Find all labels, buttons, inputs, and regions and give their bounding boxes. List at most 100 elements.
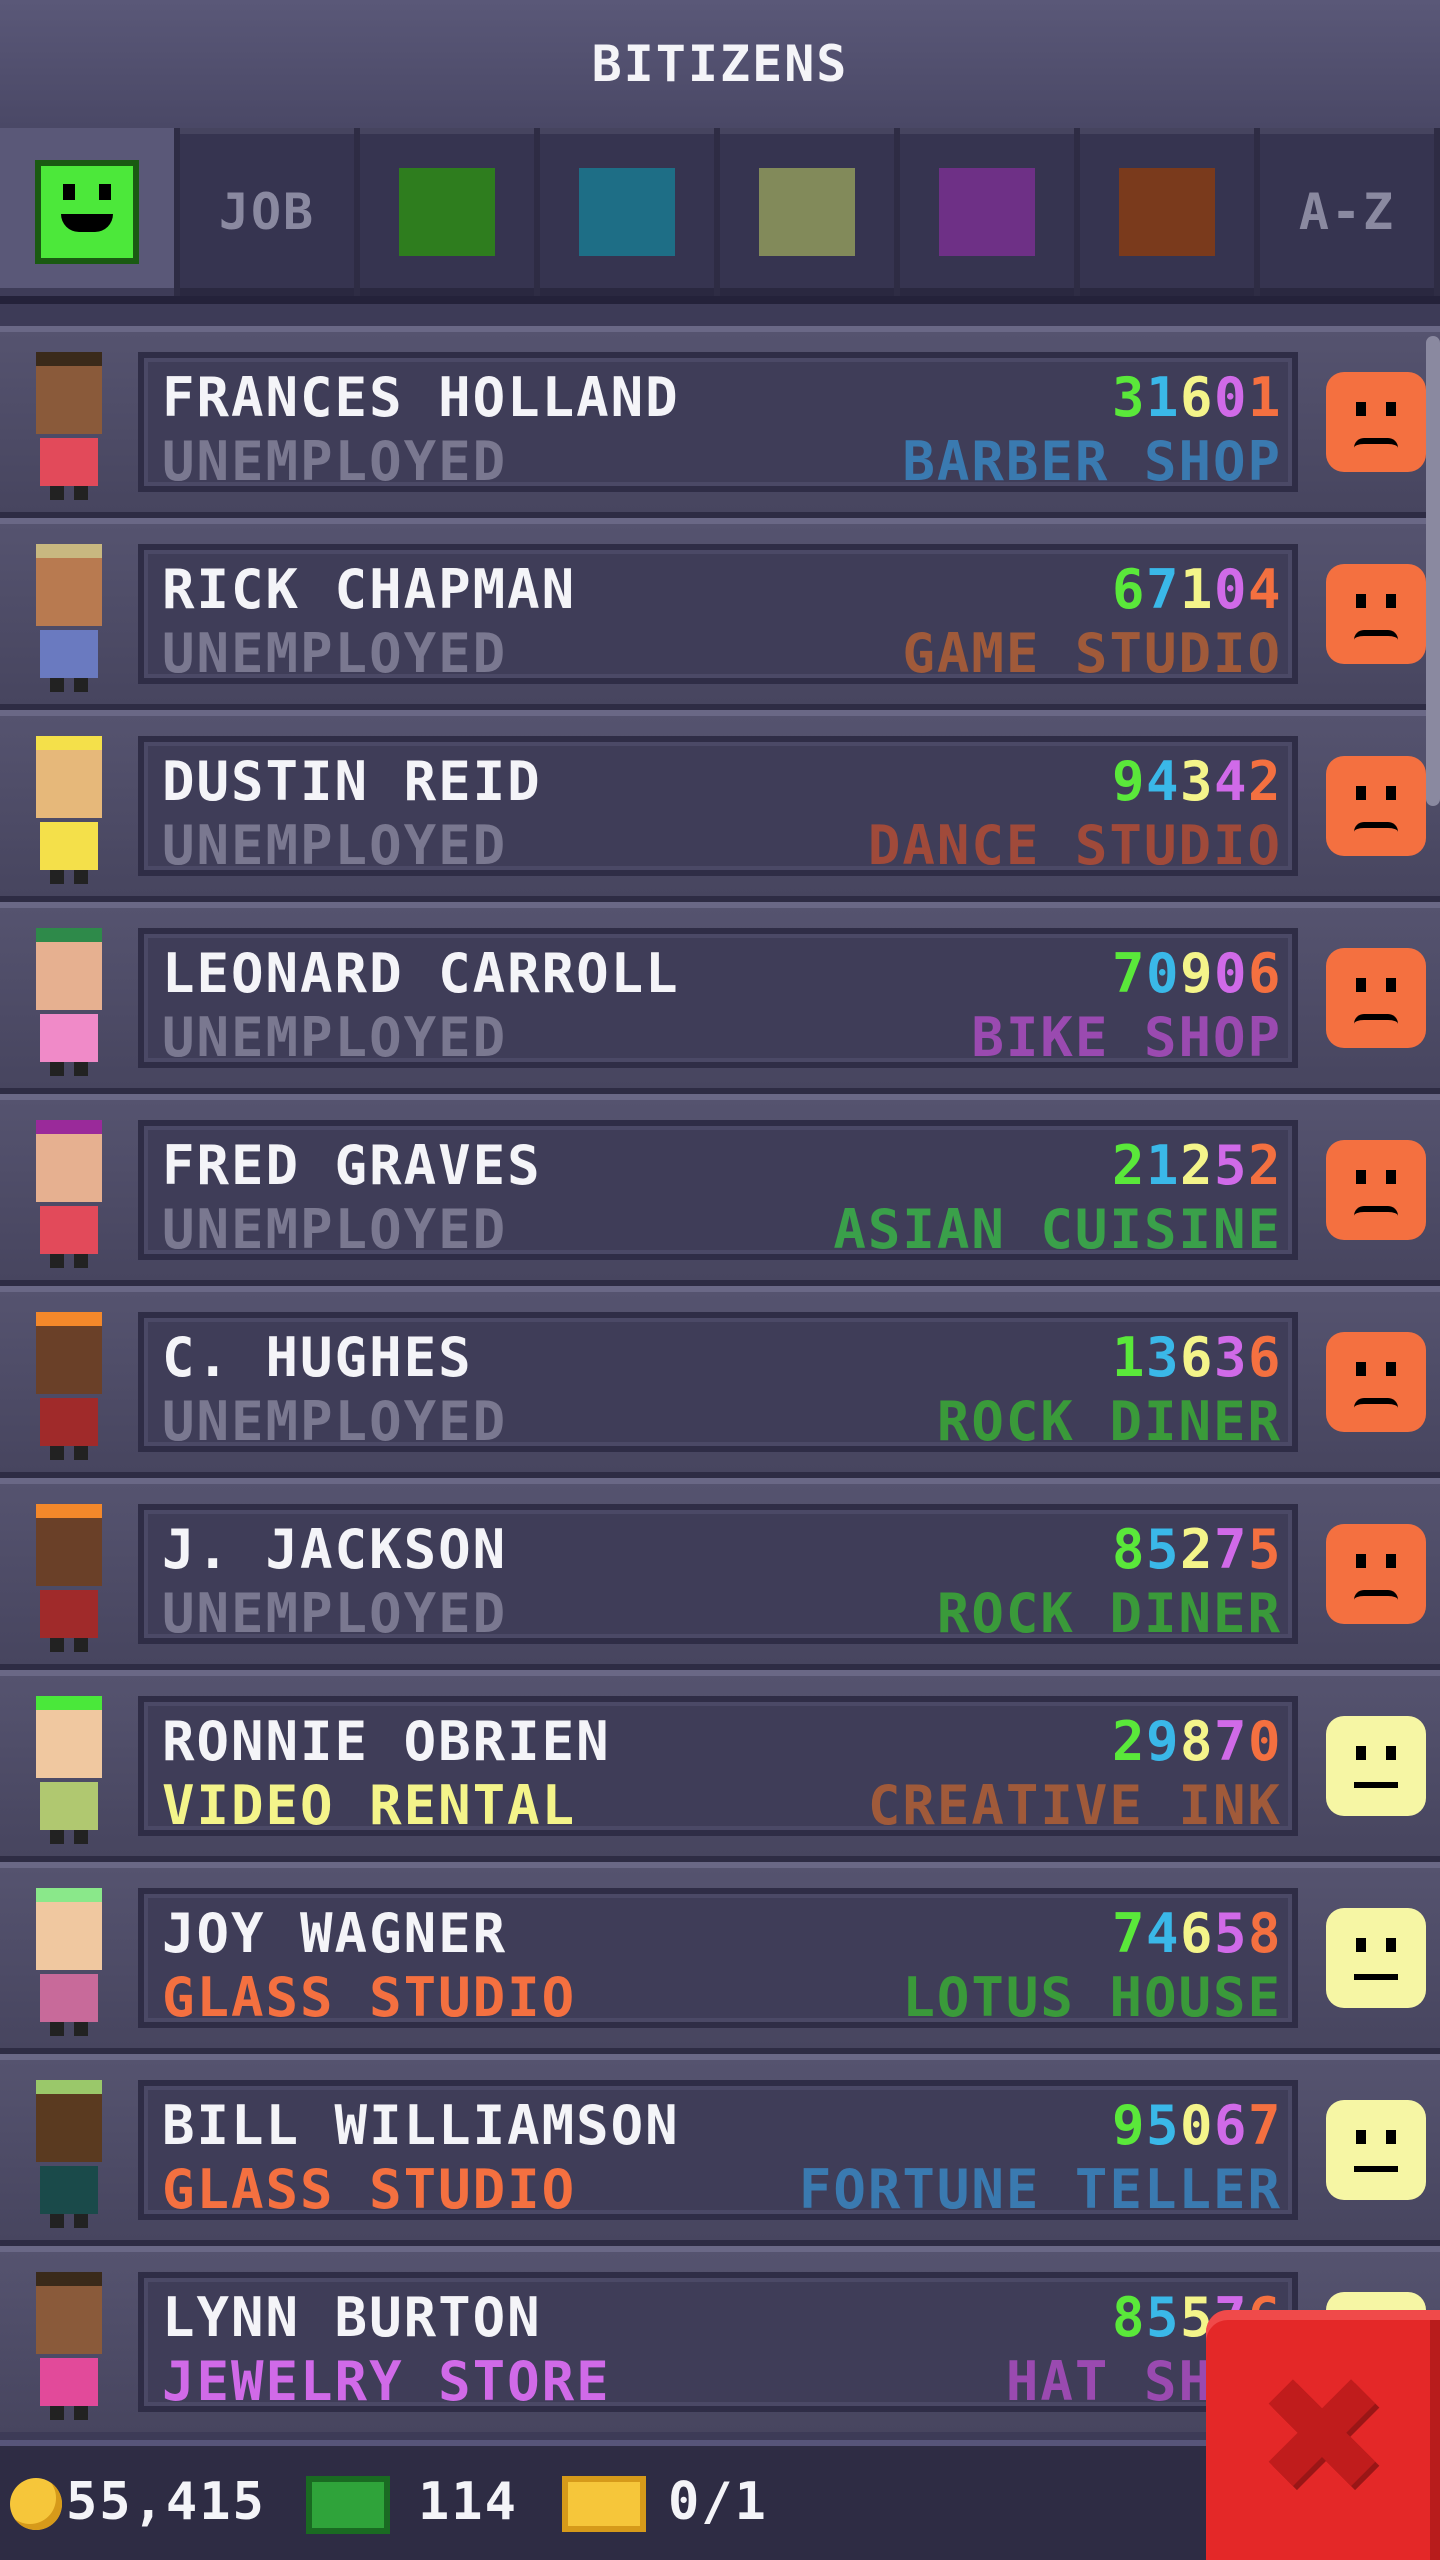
bitizen-row[interactable]: DUSTIN REID UNEMPLOYED 9 4 3 4 2 DANCE STUDIO [0,710,1440,902]
bitizen-list[interactable]: FRANCES HOLLAND UNEMPLOYED 3 1 6 0 1 BARBER SHO… [0,312,1440,2432]
bitizen-card[interactable]: J. JACKSON UNEMPLOYED 8 5 2 7 5 ROCK DINER [138,1504,1298,1645]
bitizen-avatar [14,352,124,502]
skill-digit: 6 [1180,1326,1215,1389]
skill-digit: 5 [1146,1518,1181,1581]
skill-digit: 3 [1146,1326,1181,1389]
bitizen-card[interactable]: BILL WILLIAMSON GLASS STUDIO 9 5 0 6 7 FORTUNE … [138,2080,1298,2221]
skill-digit: 9 [1180,942,1215,1005]
scrollbar[interactable] [1426,336,1440,806]
bux-icon [306,2476,390,2534]
vip-ticket-icon [562,2476,646,2532]
bitizen-skill-code: 85275 [1112,1518,1282,1581]
skill-digit: 7 [1146,558,1181,621]
bitizen-dream-job: ROCK DINER [936,1390,1282,1453]
unhappy-face-icon [1326,1332,1426,1432]
bitizen-skill-code: 74658 [1112,1902,1282,1965]
bitizen-row[interactable]: LEONARD CARROLL UNEMPLOYED 7 0 9 0 6 BIKE SHOP [0,902,1440,1094]
bitizen-row[interactable]: RICK CHAPMAN UNEMPLOYED 6 7 1 0 4 GAME STUDIO [0,518,1440,710]
skill-digit: 0 [1214,942,1249,1005]
skill-digit: 5 [1146,2286,1181,2349]
green-swatch-icon [399,168,495,256]
skill-digit: 9 [1112,2094,1147,2157]
bitizen-job: GLASS STUDIO [162,1966,577,2029]
bitizen-skill-code: 70906 [1112,942,1282,1005]
bitizen-card[interactable]: RICK CHAPMAN UNEMPLOYED 6 7 1 0 4 GAME STUDIO [138,544,1298,685]
skill-digit: 8 [1112,1518,1147,1581]
bitizen-name: LEONARD CARROLL [162,942,680,1005]
bitizen-job: UNEMPLOYED [162,814,508,877]
coin-icon [10,2478,62,2530]
bitizen-job: UNEMPLOYED [162,1198,508,1261]
bitizen-job: UNEMPLOYED [162,622,508,685]
tab-color-olive[interactable] [720,128,894,296]
bitizen-avatar [14,1312,124,1462]
bitizen-card[interactable]: JOY WAGNER GLASS STUDIO 7 4 6 5 8 LOTUS HOUSE [138,1888,1298,2029]
skill-digit: 2 [1180,1134,1215,1197]
tab-job[interactable]: JOB [180,128,354,296]
vip-count: 0/1 [668,2472,768,2532]
bitizen-name: BILL WILLIAMSON [162,2094,680,2157]
bitizen-card[interactable]: FRED GRAVES UNEMPLOYED 2 1 2 5 2 ASIAN CUISINE [138,1120,1298,1261]
bitizen-card[interactable]: DUSTIN REID UNEMPLOYED 9 4 3 4 2 DANCE STUDIO [138,736,1298,877]
bitizen-skill-code: 31601 [1112,366,1282,429]
skill-digit: 5 [1214,1902,1249,1965]
skill-digit: 6 [1248,1326,1283,1389]
happy-smiley-icon [35,160,139,264]
skill-digit: 5 [1146,2094,1181,2157]
bitizen-name: RONNIE OBRIEN [162,1710,611,1773]
skill-digit: 2 [1248,750,1283,813]
tab-mood[interactable] [0,128,174,296]
tab-color-purple[interactable] [900,128,1074,296]
close-button[interactable]: ✖ [1206,2310,1440,2560]
tab-color-brown[interactable] [1080,128,1254,296]
neutral-face-icon [1326,1908,1426,2008]
bitizen-card[interactable]: C. HUGHES UNEMPLOYED 1 3 6 3 6 ROCK DINER [138,1312,1298,1453]
bitizen-card[interactable]: RONNIE OBRIEN VIDEO RENTAL 2 9 8 7 0 CREATIVE I… [138,1696,1298,1837]
bitizen-row[interactable]: BILL WILLIAMSON GLASS STUDIO 9 5 0 6 7 FORTUNE … [0,2054,1440,2246]
bitizen-row[interactable]: FRED GRAVES UNEMPLOYED 2 1 2 5 2 ASIAN CUISINE [0,1094,1440,1286]
bitizen-job: UNEMPLOYED [162,1006,508,1069]
skill-digit: 4 [1214,750,1249,813]
skill-digit: 4 [1248,558,1283,621]
bitizen-job: JEWELRY STORE [162,2350,611,2413]
bitizen-dream-job: ASIAN CUISINE [833,1198,1282,1261]
bux-count: 114 [418,2472,518,2532]
tab-color-green[interactable] [360,128,534,296]
bitizen-dream-job: CREATIVE INK [867,1774,1282,1837]
tab-color-blue[interactable] [540,128,714,296]
coin-count: 55,415 [66,2472,266,2532]
skill-digit: 5 [1214,1134,1249,1197]
bitizen-card[interactable]: LYNN BURTONJEWELRY STORE85576HAT SHOP [138,2272,1298,2413]
bitizen-card[interactable]: FRANCES HOLLAND UNEMPLOYED 3 1 6 0 1 BARBER SHO… [138,352,1298,493]
bitizen-avatar [14,1120,124,1270]
skill-digit: 8 [1180,1710,1215,1773]
bitizen-name: C. HUGHES [162,1326,473,1389]
bitizen-row[interactable]: RONNIE OBRIEN VIDEO RENTAL 2 9 8 7 0 CREATIVE I… [0,1670,1440,1862]
bitizen-dream-job: BIKE SHOP [971,1006,1282,1069]
skill-digit: 0 [1214,366,1249,429]
skill-digit: 8 [1112,2286,1147,2349]
neutral-face-icon [1326,1716,1426,1816]
bitizen-avatar [14,2272,124,2422]
bitizen-skill-code: 13636 [1112,1326,1282,1389]
bitizen-row[interactable]: FRANCES HOLLAND UNEMPLOYED 3 1 6 0 1 BARBER SHO… [0,326,1440,518]
bitizen-row[interactable]: JOY WAGNER GLASS STUDIO 7 4 6 5 8 LOTUS HOUSE [0,1862,1440,2054]
tab-sort-az[interactable]: A-Z [1260,128,1434,296]
bitizen-dream-job: LOTUS HOUSE [902,1966,1282,2029]
bitizen-row[interactable]: C. HUGHES UNEMPLOYED 1 3 6 3 6 ROCK DINER [0,1286,1440,1478]
skill-digit: 1 [1112,1326,1147,1389]
bitizen-row[interactable]: J. JACKSON UNEMPLOYED 8 5 2 7 5 ROCK DINER [0,1478,1440,1670]
close-icon: ✖ [1254,2341,1392,2529]
bitizen-card[interactable]: LEONARD CARROLL UNEMPLOYED 7 0 9 0 6 BIKE SHOP [138,928,1298,1069]
skill-digit: 2 [1112,1134,1147,1197]
skill-digit: 6 [1248,942,1283,1005]
skill-digit: 1 [1248,366,1283,429]
skill-digit: 7 [1214,1518,1249,1581]
unhappy-face-icon [1326,1524,1426,1624]
olive-swatch-icon [759,168,855,256]
bitizen-job: UNEMPLOYED [162,1390,508,1453]
bitizen-dream-job: GAME STUDIO [902,622,1282,685]
bitizen-dream-job: DANCE STUDIO [867,814,1282,877]
skill-digit: 0 [1214,558,1249,621]
skill-digit: 1 [1146,1134,1181,1197]
